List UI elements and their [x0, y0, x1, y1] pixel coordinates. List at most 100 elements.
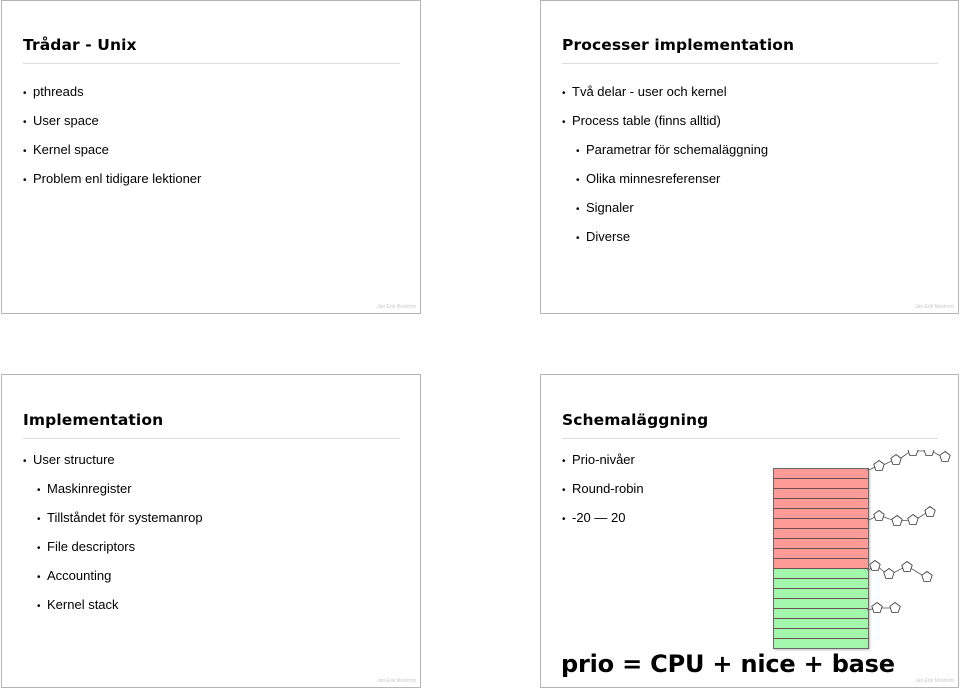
low-priority-row — [774, 569, 868, 579]
bullet-text: Tillståndet för systemanrop — [47, 510, 203, 525]
author-footer: Jan Erik Moström — [377, 304, 416, 310]
bullet-item: • Kernel space — [23, 135, 201, 164]
bullet-text: User space — [33, 113, 99, 128]
process-node-icon — [924, 506, 936, 517]
sub-bullet-item: • Accounting — [23, 561, 203, 590]
high-priority-row — [774, 489, 868, 499]
bullet-dot-icon: • — [576, 146, 580, 157]
sub-bullet-item: • Kernel stack — [23, 590, 203, 619]
bullet-list: • pthreads • User space • Kernel space • Proble… — [23, 77, 201, 193]
bullet-dot-icon: • — [37, 543, 41, 554]
bullet-dot-icon: • — [562, 514, 566, 525]
process-node-icon — [883, 568, 895, 579]
sub-bullet-item: • File descriptors — [23, 532, 203, 561]
process-node-icon — [939, 451, 951, 462]
sub-bullet-item: • Diverse — [562, 222, 768, 251]
bullet-text: Diverse — [586, 229, 631, 244]
process-node-icon — [907, 450, 919, 456]
bullet-item: • Prio-nivåer — [562, 445, 644, 474]
high-priority-row — [774, 479, 868, 489]
slide-title: Implementation — [23, 411, 164, 429]
high-priority-row — [774, 529, 868, 539]
bullet-list: • Prio-nivåer • Round-robin • -20 — 20 — [562, 445, 644, 532]
process-queues — [867, 450, 951, 613]
high-priority-row — [774, 559, 868, 569]
process-node-icon — [889, 602, 901, 613]
sub-bullet-item: • Olika minnesreferenser — [562, 164, 768, 193]
bullet-text: Problem enl tidigare lektioner — [33, 171, 202, 186]
bullet-item: • Process table (finns alltid) — [562, 106, 768, 135]
low-priority-row — [774, 609, 868, 619]
bullet-text: Parametrar för schemaläggning — [586, 142, 769, 157]
slide-title: Processer implementation — [562, 36, 795, 54]
bullet-text: pthreads — [33, 84, 84, 99]
high-priority-row — [774, 499, 868, 509]
process-node-icon — [901, 561, 913, 572]
author-footer: Jan Erik Moström — [915, 304, 954, 310]
low-priority-row — [774, 619, 868, 629]
process-queue — [867, 602, 901, 613]
process-node-icon — [871, 602, 883, 613]
bullet-text: Prio-nivåer — [572, 452, 635, 467]
bullet-item: • Problem enl tidigare lektioner — [23, 164, 201, 193]
process-node-icon — [907, 514, 919, 525]
bullet-text: Signaler — [586, 200, 634, 215]
slide-processer-implementation: Processer implementation • Två delar - us… — [540, 0, 959, 314]
sub-bullet-item: • Parametrar för schemaläggning — [562, 135, 768, 164]
slide-title: Trådar - Unix — [23, 36, 137, 54]
bullet-dot-icon: • — [562, 485, 566, 496]
bullet-text: User structure — [33, 452, 115, 467]
bullet-text: Maskinregister — [47, 481, 132, 496]
bullet-item: • -20 — 20 — [562, 503, 644, 532]
slide-tradar-unix: Trådar - Unix • pthreads • User space • Kerne… — [1, 0, 421, 314]
process-node-icon — [890, 454, 902, 465]
bullet-item: • Round-robin — [562, 474, 644, 503]
slide-schemalaggning: Schemaläggning • Prio-nivåer • Round-robin •… — [540, 374, 959, 688]
bullet-text: Kernel space — [33, 142, 109, 157]
bullet-dot-icon: • — [576, 175, 580, 186]
bullet-text: Kernel stack — [47, 597, 119, 612]
bullet-list: • Två delar - user och kernel • Process tab… — [562, 77, 768, 251]
bullet-text: -20 — 20 — [572, 510, 626, 525]
slide-implementation: Implementation • User structure • Maskinreg… — [1, 374, 421, 688]
process-node-icon — [921, 571, 933, 582]
bullet-dot-icon: • — [37, 572, 41, 583]
process-queue — [867, 560, 933, 582]
low-priority-row — [774, 629, 868, 639]
bullet-item: • User structure — [23, 445, 203, 474]
bullet-dot-icon: • — [23, 117, 27, 128]
bullet-text: File descriptors — [47, 539, 136, 554]
bullet-dot-icon: • — [23, 456, 27, 467]
bullet-dot-icon: • — [37, 601, 41, 612]
priority-level-table — [773, 468, 869, 649]
low-priority-row — [774, 599, 868, 609]
low-priority-row — [774, 639, 868, 648]
title-divider — [23, 438, 400, 439]
priority-formula: prio = CPU + nice + base — [561, 650, 895, 678]
bullet-dot-icon: • — [37, 485, 41, 496]
low-priority-row — [774, 589, 868, 599]
bullet-dot-icon: • — [562, 117, 566, 128]
bullet-list: • User structure • Maskinregister • Tillstånd… — [23, 445, 203, 619]
title-divider — [562, 63, 938, 64]
process-node-icon — [923, 450, 935, 456]
bullet-item: • pthreads — [23, 77, 201, 106]
sub-bullet-item: • Tillståndet för systemanrop — [23, 503, 203, 532]
process-node-icon — [873, 460, 885, 471]
high-priority-row — [774, 549, 868, 559]
bullet-dot-icon: • — [562, 88, 566, 99]
high-priority-row — [774, 469, 868, 479]
slide-title: Schemaläggning — [562, 411, 709, 429]
bullet-text: Olika minnesreferenser — [586, 171, 721, 186]
process-node-icon — [873, 510, 885, 521]
bullet-item: • Två delar - user och kernel — [562, 77, 768, 106]
process-queue — [867, 506, 936, 526]
process-node-icon — [891, 515, 903, 526]
bullet-dot-icon: • — [23, 146, 27, 157]
bullet-dot-icon: • — [576, 233, 580, 244]
title-divider — [23, 63, 400, 64]
process-node-icon — [869, 560, 881, 571]
bullet-dot-icon: • — [562, 456, 566, 467]
low-priority-row — [774, 579, 868, 589]
sub-bullet-item: • Signaler — [562, 193, 768, 222]
